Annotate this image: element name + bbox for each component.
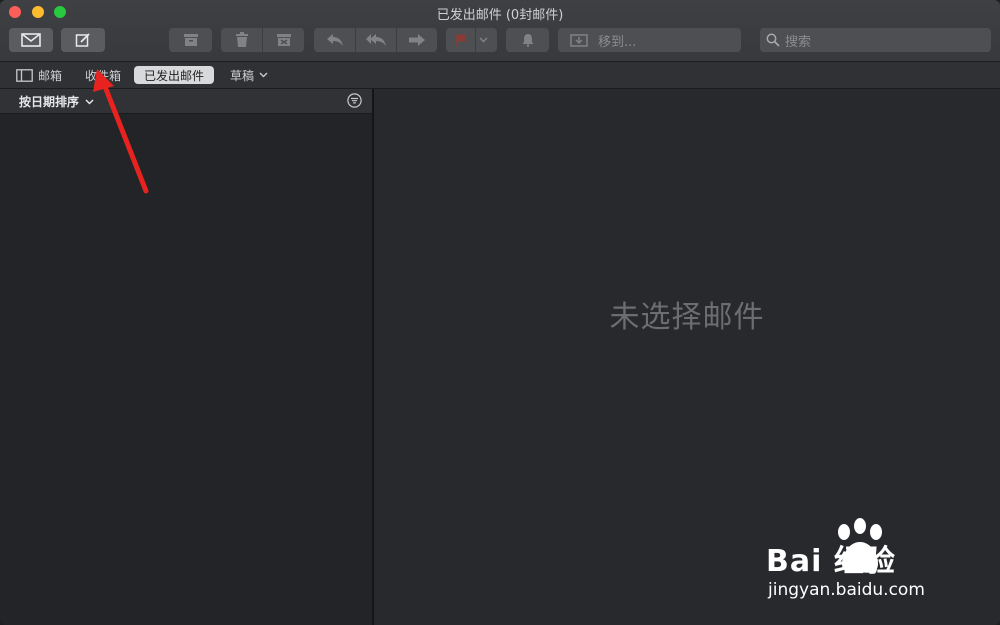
watermark-url: jingyan.baidu.com xyxy=(768,580,925,600)
delete-button[interactable] xyxy=(221,28,262,52)
filter-icon[interactable] xyxy=(347,93,362,108)
titlebar: 已发出邮件 (0封邮件) 移到... 搜索 xyxy=(0,0,1000,62)
chevron-down-icon xyxy=(479,37,488,43)
junk-button[interactable] xyxy=(263,28,304,52)
junk-icon xyxy=(276,34,291,46)
watermark-brand: Bai 经验 xyxy=(766,544,896,579)
archive-icon xyxy=(183,34,198,46)
favorites-bar: 邮箱 收件箱 已发出邮件 草稿 xyxy=(0,62,1000,89)
flag-icon xyxy=(456,34,467,46)
sort-by-date-button[interactable]: 按日期排序 xyxy=(19,93,94,110)
reply-icon xyxy=(326,34,343,46)
move-to-dropdown[interactable]: 移到... xyxy=(558,28,741,52)
favorite-inbox[interactable]: 收件箱 xyxy=(79,66,127,84)
message-list-pane: 按日期排序 xyxy=(0,89,372,625)
reply-all-icon xyxy=(366,34,386,46)
sort-bar: 按日期排序 xyxy=(0,89,372,114)
favorite-mailboxes-label: 邮箱 xyxy=(38,68,63,83)
envelope-icon xyxy=(21,33,41,47)
no-message-selected-text: 未选择邮件 xyxy=(609,300,765,335)
sidebar-toggle-icon xyxy=(16,68,33,82)
favorite-drafts-label: 草稿 xyxy=(230,68,255,83)
forward-icon xyxy=(409,34,425,46)
favorite-drafts[interactable]: 草稿 xyxy=(224,66,274,84)
reply-button[interactable] xyxy=(314,28,355,52)
move-to-icon xyxy=(570,34,588,47)
compose-button[interactable] xyxy=(61,28,105,52)
get-mail-button[interactable] xyxy=(9,28,53,52)
chevron-down-icon xyxy=(259,72,268,78)
forward-button[interactable] xyxy=(397,28,437,52)
flag-button[interactable] xyxy=(446,28,497,52)
trash-icon xyxy=(235,32,248,47)
chevron-down-icon xyxy=(85,98,94,105)
search-icon xyxy=(766,33,780,47)
favorite-sent[interactable]: 已发出邮件 xyxy=(134,66,215,84)
mute-button[interactable] xyxy=(506,28,549,52)
mail-window: 已发出邮件 (0封邮件) 移到... 搜索 邮箱 收件箱 已发出邮件 草稿 按日… xyxy=(0,0,1000,625)
sort-label: 按日期排序 xyxy=(19,95,80,109)
bell-icon xyxy=(522,34,533,47)
move-to-label: 移到... xyxy=(598,34,637,50)
compose-icon xyxy=(75,33,90,47)
archive-button[interactable] xyxy=(169,28,212,52)
search-field[interactable]: 搜索 xyxy=(760,28,991,52)
favorite-mailboxes[interactable]: 邮箱 xyxy=(10,66,68,84)
search-placeholder: 搜索 xyxy=(785,34,812,50)
window-title: 已发出邮件 (0封邮件) xyxy=(436,8,564,23)
watermark: Bai 经验 jingyan.baidu.com xyxy=(766,518,966,608)
favorite-inbox-label: 收件箱 xyxy=(85,68,122,83)
reply-all-button[interactable] xyxy=(356,28,396,52)
favorite-sent-label: 已发出邮件 xyxy=(144,68,205,83)
